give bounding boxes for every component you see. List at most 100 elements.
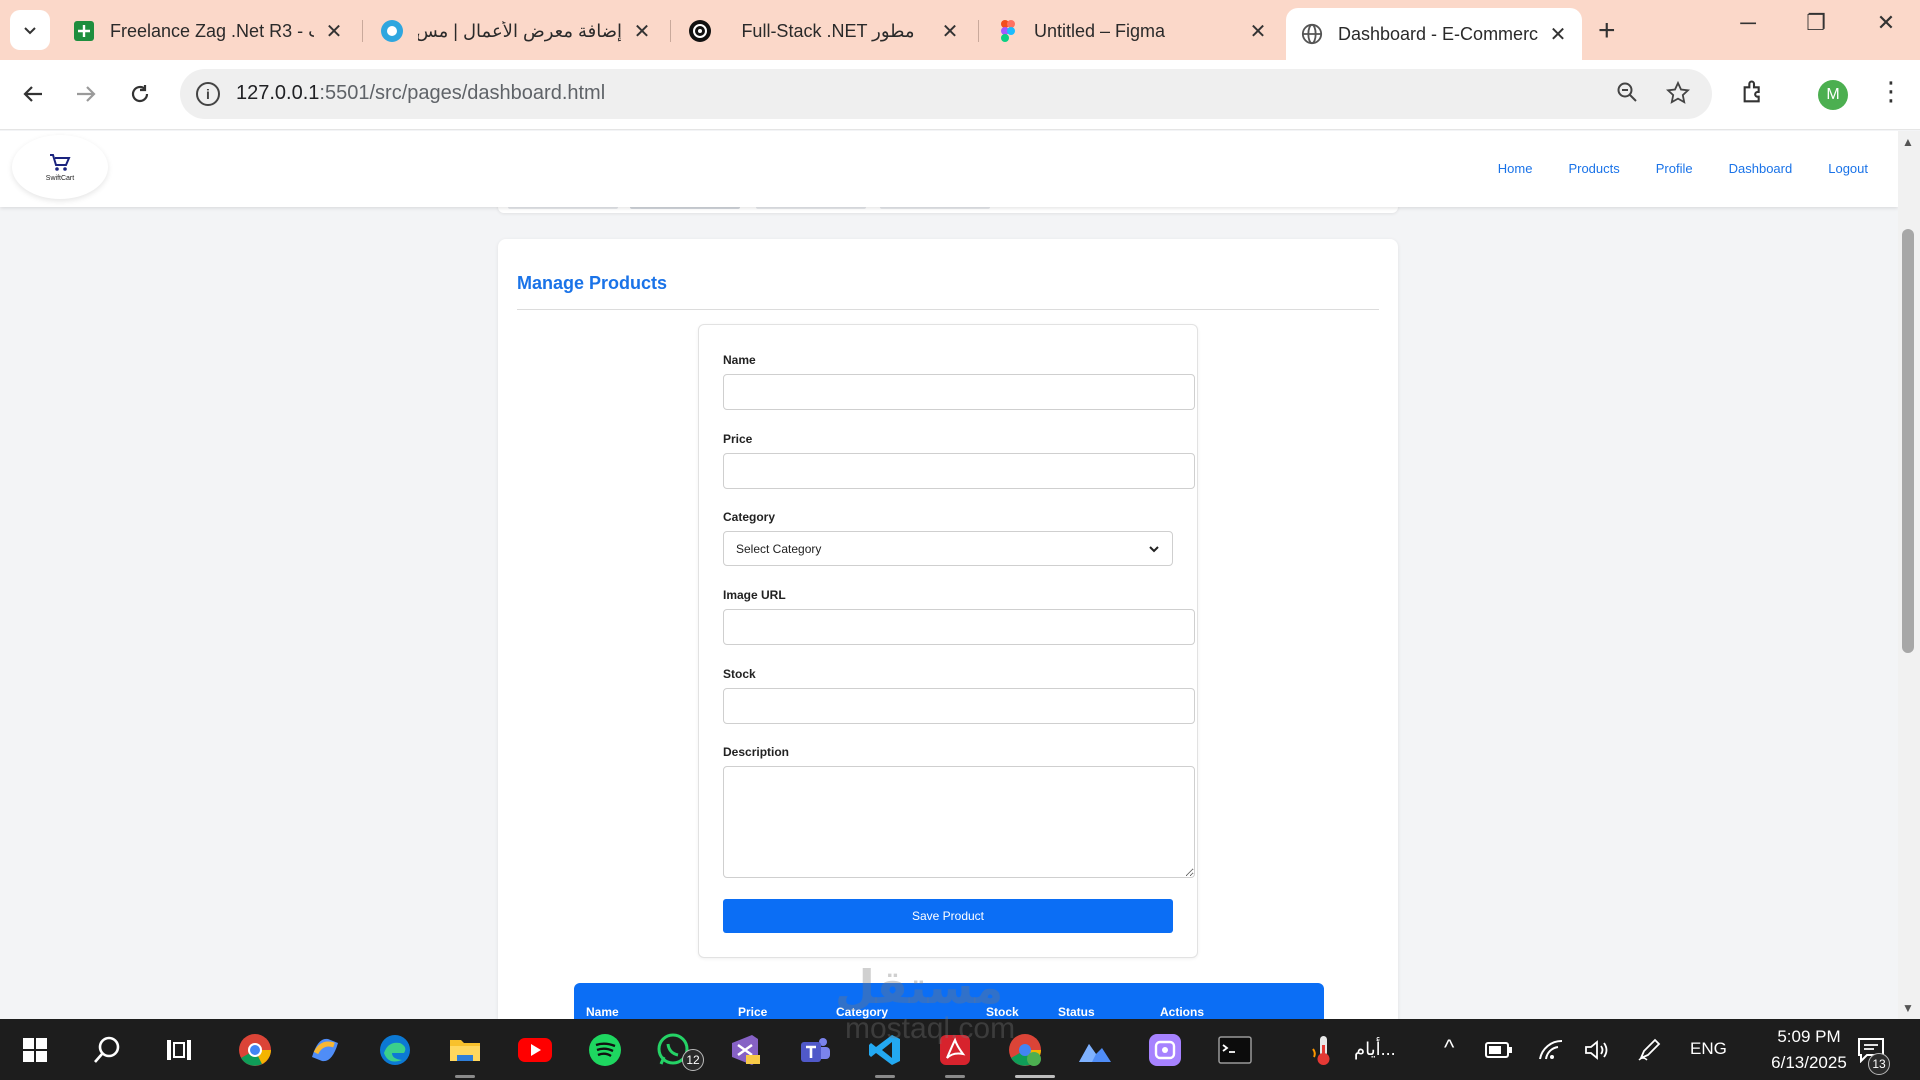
new-tab-button[interactable]: + (1598, 14, 1616, 48)
visual-studio-icon[interactable] (726, 1031, 764, 1069)
restore-button[interactable]: ❐ (1796, 10, 1836, 36)
language-indicator[interactable]: ENG (1690, 1039, 1727, 1059)
bookmark-star-icon[interactable] (1665, 80, 1691, 111)
tab-separator (978, 20, 979, 42)
terminal-icon[interactable] (1216, 1031, 1254, 1069)
tab-mostaql[interactable]: إضافة معرض الأعمال | مس ✕ (366, 10, 666, 52)
clock-date[interactable]: 6/13/2025 (1754, 1053, 1864, 1073)
pen-icon[interactable] (1630, 1031, 1668, 1069)
close-window-button[interactable]: ✕ (1866, 10, 1906, 36)
notifications-badge: 13 (1868, 1053, 1890, 1075)
close-icon[interactable]: ✕ (324, 19, 344, 44)
nav-dashboard-link[interactable]: Dashboard (1729, 161, 1793, 176)
shopping-cart-icon (50, 153, 71, 171)
nav-products-link[interactable]: Products (1568, 161, 1619, 176)
stock-label: Stock (723, 667, 756, 681)
browser-toolbar: i 127.0.0.1:5501/src/pages/dashboard.htm… (0, 60, 1920, 130)
column-name[interactable]: Name (586, 1005, 619, 1019)
price-input[interactable] (723, 453, 1195, 489)
forward-button[interactable] (68, 76, 104, 112)
battery-icon[interactable] (1480, 1031, 1518, 1069)
mostaql-icon (380, 19, 404, 43)
teams-icon[interactable] (796, 1031, 834, 1069)
weather-thermometer-icon[interactable] (1304, 1031, 1342, 1069)
globe-icon (1300, 22, 1324, 46)
arrow-left-icon (23, 86, 42, 102)
image-url-input[interactable] (723, 609, 1195, 645)
browser-tab-strip: Freelance Zag .Net R3 - ت ✕ إضافة معرض ا… (0, 0, 1920, 60)
tab-title: Full-Stack .NET مطور (741, 20, 915, 41)
tab-separator (670, 20, 671, 42)
watermark-url: mostaql.com (845, 1012, 1016, 1045)
site-navbar: SwiftCart Home Products Profile Dashboar… (0, 131, 1898, 207)
site-info-icon[interactable]: i (196, 82, 220, 106)
url-text: 127.0.0.1:5501/src/pages/dashboard.html (236, 82, 605, 105)
photos-icon[interactable] (1076, 1031, 1114, 1069)
more-menu-icon[interactable]: ⋮ (1878, 76, 1904, 107)
active-app-indicator (875, 1075, 895, 1078)
zoom-icon[interactable] (1616, 81, 1638, 109)
clock-time[interactable]: 5:09 PM (1754, 1027, 1864, 1047)
category-label: Category (723, 510, 776, 524)
reload-button[interactable] (122, 76, 158, 112)
task-view-icon[interactable] (160, 1031, 198, 1069)
profile-avatar[interactable]: M (1818, 80, 1848, 110)
tab-fullstack[interactable]: Full-Stack .NET مطور ✕ (674, 10, 974, 52)
close-icon[interactable]: ✕ (1248, 19, 1268, 44)
category-select[interactable]: Select Category (723, 531, 1173, 566)
close-icon[interactable]: ✕ (632, 19, 652, 44)
edge-icon[interactable] (376, 1031, 414, 1069)
tab-freelance-sheet[interactable]: Freelance Zag .Net R3 - ت ✕ (58, 10, 358, 52)
tab-dashboard[interactable]: Dashboard - E-Commerce ✕ (1286, 8, 1582, 60)
tab-figma[interactable]: Untitled – Figma ✕ (982, 10, 1282, 52)
arrow-right-icon (77, 86, 96, 102)
copilot-icon[interactable] (306, 1031, 344, 1069)
column-status[interactable]: Status (1058, 1005, 1095, 1019)
chrome-icon[interactable] (236, 1031, 274, 1069)
watermark-arabic: مستقل (835, 961, 1004, 1013)
active-app-indicator (1015, 1075, 1055, 1078)
scroll-up-arrow-icon[interactable]: ▲ (1902, 135, 1914, 149)
save-product-button[interactable]: Save Product (723, 899, 1173, 933)
tab-title: Freelance Zag .Net R3 - ت (110, 20, 314, 41)
wifi-icon[interactable] (1532, 1031, 1570, 1069)
url-host: 127.0.0.1 (236, 82, 320, 104)
price-label: Price (723, 432, 753, 446)
nav-home-link[interactable]: Home (1498, 161, 1533, 176)
search-icon[interactable] (88, 1031, 126, 1069)
volume-icon[interactable] (1578, 1031, 1616, 1069)
chatgpt-icon (688, 19, 712, 43)
extensions-puzzle-icon[interactable] (1740, 78, 1768, 111)
figma-icon (996, 19, 1020, 43)
clipchamp-icon[interactable] (1146, 1031, 1184, 1069)
youtube-icon[interactable] (516, 1031, 554, 1069)
address-bar[interactable]: i 127.0.0.1:5501/src/pages/dashboard.htm… (180, 69, 1712, 119)
show-hidden-icons-chevron-up-icon[interactable]: ^ (1444, 1035, 1454, 1061)
windows-start-icon[interactable] (16, 1031, 54, 1069)
column-actions[interactable]: Actions (1160, 1005, 1204, 1019)
close-icon[interactable]: ✕ (1548, 22, 1568, 47)
scroll-down-arrow-icon[interactable]: ▼ (1902, 1001, 1914, 1015)
nav-profile-link[interactable]: Profile (1656, 161, 1693, 176)
stock-input[interactable] (723, 688, 1195, 724)
weather-text[interactable]: أيام... (1354, 1039, 1396, 1060)
back-button[interactable] (15, 76, 51, 112)
page-scrollbar[interactable]: ▲ ▼ (1898, 131, 1920, 1019)
name-input[interactable] (723, 374, 1195, 410)
product-form: Name Price Category Select Category Imag… (698, 324, 1198, 958)
close-icon[interactable]: ✕ (940, 19, 960, 44)
minimize-button[interactable]: ─ (1728, 10, 1768, 36)
nav-logout-link[interactable]: Logout (1828, 161, 1868, 176)
divider (517, 309, 1379, 310)
tab-separator (362, 20, 363, 42)
spotify-icon[interactable] (586, 1031, 624, 1069)
description-textarea[interactable] (723, 766, 1195, 878)
description-label: Description (723, 745, 790, 759)
file-explorer-icon[interactable] (446, 1031, 484, 1069)
tab-search-button[interactable] (10, 10, 50, 50)
scrollbar-thumb[interactable] (1902, 229, 1914, 653)
column-price[interactable]: Price (738, 1005, 767, 1019)
site-logo[interactable]: SwiftCart (12, 135, 108, 199)
tab-title: إضافة معرض الأعمال | مس (418, 20, 622, 41)
tab-title: Untitled – Figma (1034, 20, 1166, 41)
